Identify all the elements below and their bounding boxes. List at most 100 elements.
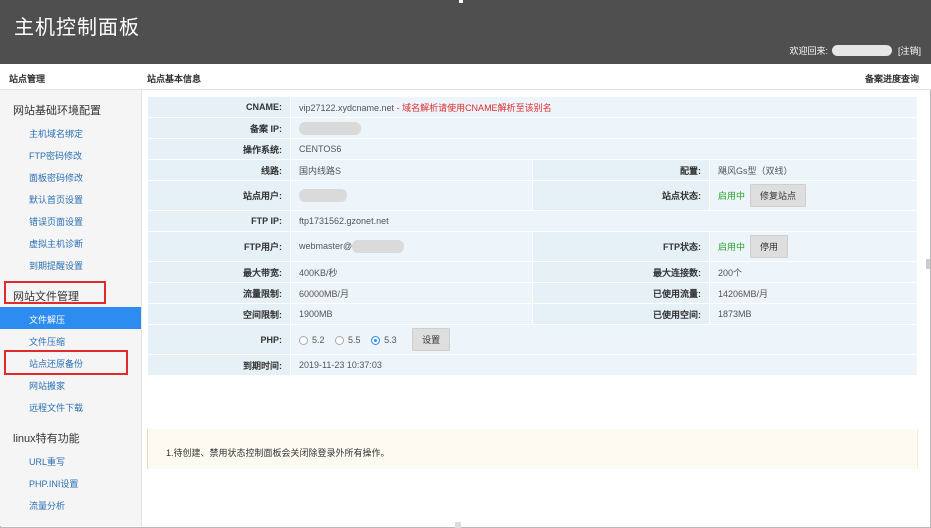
space-limit-label: 空间限制:: [147, 303, 291, 325]
expire-label: 到期时间:: [147, 354, 291, 376]
sidebar-item-error-page[interactable]: 错误页面设置: [29, 215, 83, 228]
sidebar-group-env-config: 网站基础环境配置: [13, 105, 101, 117]
php-set-button[interactable]: 设置: [412, 328, 451, 351]
notice-box: 1.待创建、禁用状态控制面板会关闭除登录外所有操作。: [147, 429, 918, 469]
os-value: CENTOS6: [290, 138, 918, 160]
ftp-ip-label: FTP IP:: [147, 210, 291, 232]
table-row: 站点用户: 站点状态: 启用中 修复站点: [147, 180, 919, 211]
cname-note: 域名解析请使用CNAME解析至该别名: [402, 102, 552, 113]
bandwidth-value: 400KB/秒: [290, 261, 533, 283]
sidebar-item-remote-download[interactable]: 远程文件下载: [29, 401, 83, 414]
radio-unchecked-icon[interactable]: [335, 336, 345, 346]
ftp-status-label: FTP状态:: [531, 231, 710, 262]
sidebar-item-php-ini[interactable]: PHP.INI设置: [29, 477, 78, 490]
traffic-limit-value: 60000MB/月: [290, 282, 533, 304]
ftp-status-value: 启用中: [717, 242, 745, 252]
radio-unchecked-icon[interactable]: [299, 336, 308, 346]
php-option-5-2-label: 5.2: [312, 335, 325, 345]
site-management-heading: 站点管理: [9, 74, 46, 84]
sidebar-item-default-homepage[interactable]: 默认首页设置: [29, 193, 83, 206]
ftp-user-value-cell: webmaster@: [290, 231, 533, 262]
sidebar-item-file-extract-label: 文件解压: [29, 315, 66, 325]
sub-header: 站点管理 站点基本信息 备案进度查询: [0, 64, 931, 90]
sidebar-item-traffic-analysis[interactable]: 流量分析: [29, 499, 65, 512]
ftp-status-cell: 启用中 停用: [708, 231, 919, 262]
header-bar: 主机控制面板 欢迎回来: [注销]: [0, 0, 931, 64]
site-user-label: 站点用户:: [147, 180, 291, 211]
highlight-box-file-management: [4, 281, 106, 304]
username-redacted: [831, 45, 892, 56]
line-label: 线路:: [147, 159, 291, 181]
radio-checked-icon[interactable]: [371, 336, 381, 346]
config-label: 配置:: [531, 159, 710, 181]
cname-label: CNAME:: [147, 96, 291, 118]
bandwidth-label: 最大带宽:: [147, 261, 291, 283]
logout-link[interactable]: [注销]: [898, 44, 921, 57]
sidebar-item-file-extract[interactable]: 文件解压: [0, 307, 141, 329]
ftp-ip-value: ftp1731562.gzonet.net: [290, 210, 918, 232]
beian-progress-link[interactable]: 备案进度查询: [865, 72, 919, 85]
sidebar-item-file-compress[interactable]: 文件压缩: [29, 335, 65, 348]
resize-handle-top: [459, 0, 463, 3]
table-row: 操作系统: CENTOS6: [147, 138, 918, 160]
max-conn-value: 200个: [708, 261, 919, 283]
sidebar-item-url-rewrite[interactable]: URL重写: [29, 455, 65, 468]
highlight-box-site-restore: [4, 350, 128, 375]
resize-handle-bottom: [455, 522, 461, 528]
space-used-value: 1873MB: [708, 303, 919, 325]
sidebar-item-expire-reminder[interactable]: 到期提醒设置: [29, 259, 83, 272]
line-value: 国内线路S: [290, 159, 533, 181]
php-option-5-2[interactable]: 5.2: [299, 335, 325, 346]
expire-value: 2019-11-23 10:37:03: [290, 354, 918, 376]
sidebar: 网站基础环境配置 主机域名绑定 FTP密码修改 面板密码修改 默认首页设置 错误…: [0, 90, 142, 526]
table-row: 备案 IP:: [147, 117, 918, 139]
cname-value-cell: vip27122.xydcname.net - 域名解析请使用CNAME解析至该…: [290, 96, 918, 118]
php-label: PHP:: [147, 324, 291, 355]
cname-value: vip27122.xydcname.net: [299, 102, 395, 113]
table-row: 到期时间: 2019-11-23 10:37:03: [147, 354, 918, 376]
sidebar-group-linux-features: linux特有功能: [13, 433, 80, 445]
site-user-value-cell: [290, 180, 533, 211]
cname-separator: -: [394, 102, 403, 113]
table-row: 最大带宽: 400KB/秒 最大连接数: 200个: [147, 261, 919, 283]
space-limit-value: 1900MB: [290, 303, 533, 325]
welcome-text: 欢迎回来: [789, 46, 826, 56]
traffic-used-value: 14206MB/月: [708, 282, 919, 304]
sidebar-item-site-move[interactable]: 网站搬家: [29, 379, 65, 392]
table-row: FTP用户: webmaster@ FTP状态: 启用中 停用: [147, 231, 919, 262]
ftp-user-value: webmaster@: [299, 240, 353, 251]
space-used-label: 已使用空间:: [531, 303, 710, 325]
table-row: 线路: 国内线路S 配置: 飓风Gs型（双线）: [147, 159, 919, 181]
table-row: CNAME: vip27122.xydcname.net - 域名解析请使用CN…: [147, 96, 918, 118]
ftp-user-label: FTP用户:: [147, 231, 291, 262]
sidebar-item-ftp-password[interactable]: FTP密码修改: [29, 149, 82, 162]
disable-ftp-button[interactable]: 停用: [749, 235, 788, 258]
table-row: 流量限制: 60000MB/月 已使用流量: 14206MB/月: [147, 282, 919, 304]
site-user-redacted: [299, 189, 347, 202]
ftp-user-redacted: [352, 240, 405, 253]
table-row: FTP IP: ftp1731562.gzonet.net: [147, 210, 918, 232]
traffic-used-label: 已使用流量:: [531, 282, 710, 304]
sidebar-item-panel-password[interactable]: 面板密码修改: [29, 171, 83, 184]
sidebar-item-domain-bind[interactable]: 主机域名绑定: [29, 127, 83, 140]
welcome-colon: :: [825, 45, 828, 56]
sidebar-item-host-diagnose[interactable]: 虚拟主机诊断: [29, 237, 83, 250]
traffic-limit-label: 流量限制:: [147, 282, 291, 304]
beian-ip-value-cell: [290, 117, 918, 139]
php-option-5-3[interactable]: 5.3: [371, 335, 397, 346]
max-conn-label: 最大连接数:: [531, 261, 710, 283]
os-label: 操作系统:: [147, 138, 291, 160]
php-option-5-3-label: 5.3: [384, 335, 397, 345]
notice-text: 1.待创建、禁用状态控制面板会关闭除登录外所有操作。: [166, 448, 390, 458]
repair-site-button[interactable]: 修复站点: [749, 184, 806, 207]
site-status-value: 启用中: [717, 191, 745, 201]
table-row: PHP: 5.2 5.5 5.3 设置: [147, 324, 918, 355]
php-option-5-5-label: 5.5: [348, 335, 361, 345]
welcome-area: 欢迎回来: [注销]: [789, 44, 921, 57]
table-row: 空间限制: 1900MB 已使用空间: 1873MB: [147, 303, 919, 325]
site-info-table: CNAME: vip27122.xydcname.net - 域名解析请使用CN…: [147, 96, 919, 376]
site-status-label: 站点状态:: [531, 180, 710, 211]
php-options-cell: 5.2 5.5 5.3 设置: [290, 324, 918, 355]
site-info-heading: 站点基本信息: [147, 74, 202, 84]
php-option-5-5[interactable]: 5.5: [335, 335, 361, 346]
